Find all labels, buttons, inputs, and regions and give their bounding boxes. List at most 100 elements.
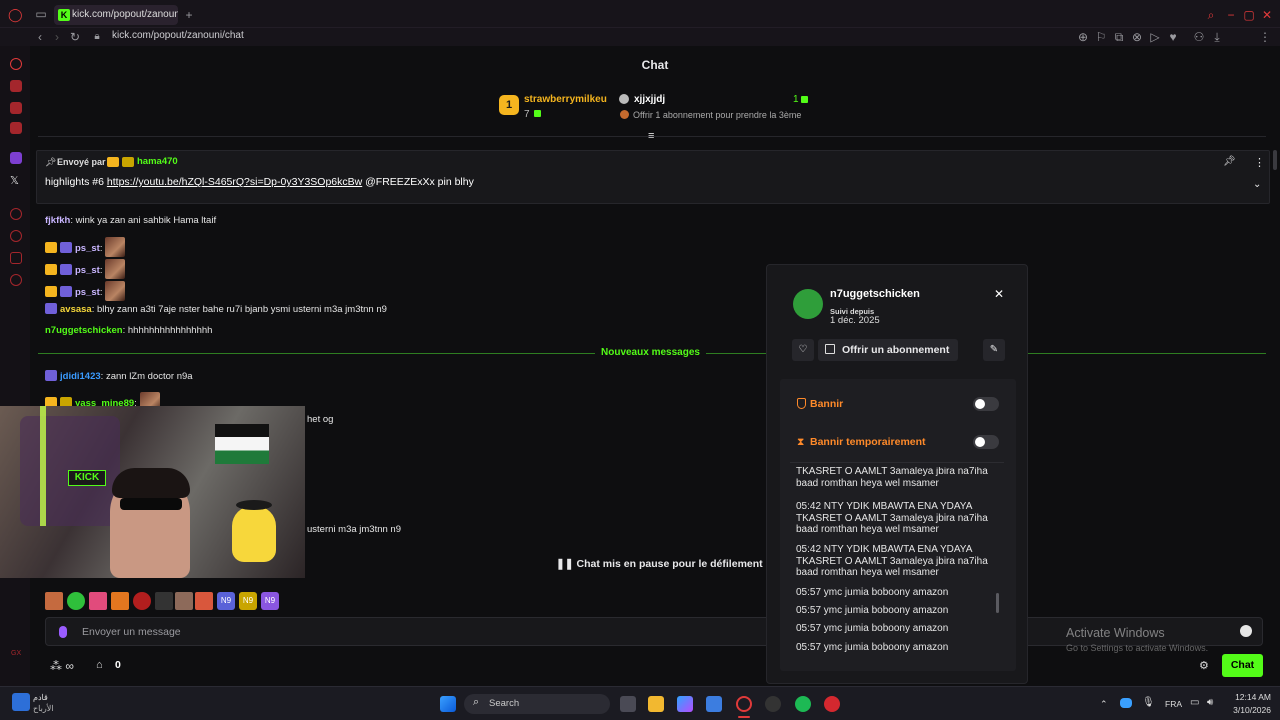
chat-settings-icon[interactable]: ⚙	[1199, 659, 1209, 672]
close-window-icon[interactable]: ✕	[1260, 8, 1274, 22]
n9-purple-emote-icon[interactable]: N9	[261, 592, 279, 610]
chat-username[interactable]: n7uggetschicken	[45, 325, 123, 336]
history-scrollbar[interactable]	[996, 593, 999, 613]
store-icon[interactable]: ⌂	[96, 659, 103, 671]
second-gifter-name[interactable]: xjjxjjdj	[634, 94, 665, 105]
timeout-toggle[interactable]	[973, 435, 999, 449]
emote-icon[interactable]	[45, 592, 63, 610]
history-icon[interactable]	[10, 230, 22, 242]
steam-icon[interactable]	[765, 696, 781, 712]
wallet-icon[interactable]	[10, 80, 22, 92]
minimize-icon[interactable]: −	[1224, 8, 1238, 22]
emote-icon[interactable]	[67, 592, 85, 610]
n9-gold-emote-icon[interactable]: N9	[239, 592, 257, 610]
language-indicator[interactable]: FRA	[1165, 699, 1182, 709]
collapse-leaderboard-icon[interactable]: ≡	[648, 130, 654, 142]
emote-icon[interactable]	[133, 592, 151, 610]
mic-tray-icon[interactable]: 🎙︎	[1142, 697, 1155, 708]
extension-icon[interactable]: ⧉	[1112, 30, 1126, 44]
page-scrollbar[interactable]	[1273, 150, 1277, 170]
player-icon[interactable]	[10, 208, 22, 220]
messenger-icon[interactable]	[10, 102, 22, 114]
weather-icon[interactable]	[12, 693, 30, 711]
task-view-icon[interactable]	[620, 696, 636, 712]
chat-username[interactable]: ps_st	[75, 287, 100, 298]
mute-user-icon[interactable]: ✎	[983, 339, 1005, 361]
spotify-icon[interactable]	[795, 696, 811, 712]
new-tab-icon[interactable]: +	[182, 8, 196, 22]
chat-username[interactable]: fjkfkh	[45, 215, 70, 226]
pinned-author[interactable]: hama470	[137, 156, 178, 167]
microphone-icon[interactable]	[59, 626, 67, 638]
card-username[interactable]: n7uggetschicken	[830, 288, 920, 300]
pinned-prefix: highlights #6	[45, 176, 107, 188]
follow-heart-icon[interactable]: ♡	[792, 339, 814, 361]
emote-icon[interactable]	[195, 592, 213, 610]
taskbar-search[interactable]: ⌕ Search	[464, 694, 610, 714]
pinned-link[interactable]: https://youtu.be/hZQl-S465rQ?si=Dp-0y3Y3…	[107, 176, 362, 188]
clock-date[interactable]: 3/10/2026	[1226, 705, 1271, 715]
back-icon[interactable]: ‹	[33, 30, 47, 44]
reload-icon[interactable]: ↻	[68, 30, 82, 44]
activate-windows-subtitle: Go to Settings to activate Windows.	[1066, 643, 1209, 653]
n9-emote-icon[interactable]: N9	[217, 592, 235, 610]
app-icon[interactable]	[824, 696, 840, 712]
emote-icon[interactable]	[89, 592, 107, 610]
twitch-icon[interactable]	[10, 152, 22, 164]
chat-username[interactable]: ps_st	[75, 265, 100, 276]
tab-menu-icon[interactable]: ▭	[34, 7, 48, 21]
tray-chevron-icon[interactable]: ⌃	[1100, 699, 1108, 710]
chat-panel: Chat	[30, 46, 1280, 686]
send-chat-button[interactable]: Chat	[1222, 654, 1263, 677]
ban-label: Bannir	[810, 398, 844, 410]
tab-kick-chat[interactable]: K kick.com/popout/zanouni/	[54, 5, 178, 25]
ban-toggle[interactable]	[973, 397, 999, 411]
pinned-menu-icon[interactable]: ⋮	[1254, 156, 1265, 169]
onedrive-icon[interactable]	[1120, 698, 1132, 708]
top-gifter-name[interactable]: strawberrymilkeu	[524, 94, 607, 105]
clock-time[interactable]: 12:14 AM	[1231, 692, 1271, 702]
emoji-icon[interactable]	[1240, 625, 1252, 637]
gift-subscription-button[interactable]: Offrir un abonnement	[818, 339, 958, 361]
account-icon[interactable]: ⚇	[1192, 30, 1206, 44]
download-icon[interactable]: ⤓	[1210, 30, 1224, 44]
opera-gx-taskbar-icon[interactable]	[736, 696, 752, 712]
store-app-icon[interactable]	[706, 696, 722, 712]
url-field[interactable]: kick.com/popout/zanouni/chat	[112, 30, 244, 41]
copilot-icon[interactable]	[677, 696, 693, 712]
maximize-icon[interactable]: ▢	[1242, 8, 1256, 22]
emote-icon[interactable]	[111, 592, 129, 610]
chat-username[interactable]: jdidi1423	[60, 371, 101, 382]
aria-icon[interactable]	[10, 58, 22, 70]
search-icon[interactable]: ⌕	[1204, 8, 1218, 22]
chat-username[interactable]: ps_st	[75, 243, 100, 254]
forward-icon[interactable]: ›	[50, 30, 64, 44]
pinned-message: 📌︎ Envoyé par hama470 highlights #6 http…	[36, 150, 1270, 204]
browser-menu-icon[interactable]: ⋮	[1258, 30, 1272, 44]
gx-mail-icon[interactable]	[10, 122, 22, 134]
paused-indicator[interactable]: ❚❚ Chat mis en pause pour le défilement	[548, 553, 763, 575]
x-icon[interactable]: 𝕏	[10, 174, 19, 187]
emote-icon[interactable]	[155, 592, 173, 610]
file-explorer-icon[interactable]	[648, 696, 664, 712]
pinned-expand-icon[interactable]: ⌄	[1253, 179, 1261, 190]
settings-icon[interactable]	[10, 274, 22, 286]
chat-username[interactable]: avsasa	[60, 304, 92, 315]
volume-icon[interactable]: 🔊︎	[1207, 697, 1213, 708]
zoom-icon[interactable]: ⊕	[1076, 30, 1090, 44]
windows-start-icon[interactable]	[440, 696, 456, 712]
network-icon[interactable]: ▭	[1190, 697, 1199, 708]
bookmark-icon[interactable]: ⚐	[1094, 30, 1108, 44]
emote-icon[interactable]	[175, 592, 193, 610]
heart-icon[interactable]: ♥	[1166, 30, 1180, 44]
opera-logo-icon[interactable]: ◯	[8, 8, 23, 22]
unpin-icon[interactable]: 📌︎	[1223, 156, 1236, 167]
message-history[interactable]: TKASRET O AAMLT 3amaleya jbira na7iha ba…	[790, 467, 1004, 659]
cube-icon[interactable]	[10, 252, 22, 264]
gift-prompt[interactable]: Offrir 1 abonnement pour prendre la 3ème	[633, 110, 801, 120]
close-card-icon[interactable]: ✕	[994, 287, 1004, 301]
points-icon[interactable]: ⁂ ∞	[50, 659, 74, 673]
adblock-icon[interactable]: ⊗	[1130, 30, 1144, 44]
play-icon[interactable]: ▷	[1148, 30, 1162, 44]
n9-badge-icon	[60, 264, 72, 275]
